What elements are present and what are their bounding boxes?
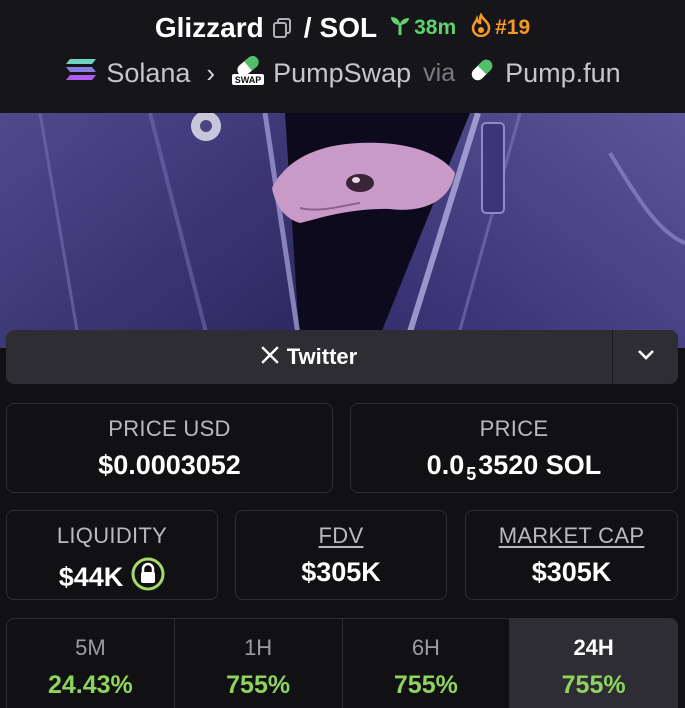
price-usd-label: PRICE USD: [108, 416, 231, 441]
pair-age: 38m: [389, 14, 456, 42]
socials-bar: Twitter: [6, 330, 678, 384]
price-native-value: 0.0 53520 SOL: [351, 450, 677, 485]
launchpad-name[interactable]: Pump.fun: [505, 58, 621, 89]
solana-icon: [64, 57, 98, 90]
pair-separator: /: [303, 12, 312, 43]
socials-dropdown-button[interactable]: [612, 330, 678, 384]
price-change-tabs: 5M 24.43% 1H 755% 6H 755% 24H 755%: [6, 618, 678, 708]
via-text: via: [423, 59, 456, 87]
liquidity-value: $44K: [58, 562, 124, 592]
copy-icon[interactable]: [272, 17, 292, 39]
pair-header: Glizzard / SOL 38m #19 Solana › SWAP Pum…: [0, 0, 685, 113]
pumpswap-icon: SWAP: [231, 54, 265, 93]
liquidity-value-row: $44K: [7, 557, 217, 598]
twitter-label: Twitter: [286, 344, 358, 369]
period-label: 1H: [244, 635, 273, 660]
fdv-value: $305K: [301, 557, 381, 587]
trending-rank-value: #19: [495, 16, 531, 39]
period-change: 24.43%: [47, 671, 133, 699]
period-change: 755%: [393, 671, 458, 699]
period-label: 5M: [75, 635, 106, 660]
chevron-right-icon: ›: [206, 58, 216, 88]
chain-row: Solana › SWAP PumpSwap via Pump.fun: [0, 54, 685, 93]
price-usd-card: PRICE USD $0.0003052: [6, 403, 333, 493]
lock-icon[interactable]: [131, 557, 165, 598]
title-row: Glizzard / SOL 38m #19: [0, 11, 685, 44]
pumpfun-icon: [467, 55, 497, 92]
fdv-label[interactable]: FDV: [236, 523, 446, 549]
dex-name[interactable]: PumpSwap: [273, 58, 411, 89]
svg-text:SWAP: SWAP: [235, 75, 262, 85]
liquidity-card: LIQUIDITY $44K: [6, 510, 218, 600]
chain-name[interactable]: Solana: [106, 58, 190, 89]
pair-age-value: 38m: [414, 16, 457, 39]
price-native-prefix: 0.0: [426, 450, 465, 480]
fdv-card: FDV $305K: [235, 510, 447, 600]
chevron-down-icon: [637, 348, 655, 366]
token-name: Glizzard: [154, 12, 264, 43]
seedling-icon: [389, 14, 411, 42]
market-cap-label[interactable]: MARKET CAP: [466, 523, 677, 549]
liquidity-label: LIQUIDITY: [56, 523, 168, 548]
quote-symbol: SOL: [319, 12, 378, 43]
flame-icon: [470, 11, 492, 43]
twitter-button[interactable]: Twitter: [6, 330, 612, 384]
period-tab-1h[interactable]: 1H 755%: [175, 619, 343, 708]
x-logo-icon: [261, 344, 279, 370]
period-change: 755%: [561, 671, 626, 699]
price-native-label: PRICE: [479, 416, 549, 441]
trending-rank[interactable]: #19: [470, 11, 531, 43]
token-banner-image: [0, 113, 685, 348]
period-label: 24H: [573, 635, 614, 660]
period-label: 6H: [411, 635, 440, 660]
period-tab-24h[interactable]: 24H 755%: [510, 619, 677, 708]
period-tab-5m[interactable]: 5M 24.43%: [7, 619, 175, 708]
price-usd-value: $0.0003052: [98, 450, 241, 480]
market-cap-card: MARKET CAP $305K: [465, 510, 678, 600]
market-cap-value: $305K: [531, 557, 612, 587]
price-native-card: PRICE 0.0 53520 SOL: [350, 403, 678, 493]
price-native-zero-count: 5: [466, 464, 477, 484]
price-native-suffix: 3520 SOL: [478, 450, 602, 480]
period-tab-6h[interactable]: 6H 755%: [343, 619, 511, 708]
period-change: 755%: [226, 671, 291, 699]
